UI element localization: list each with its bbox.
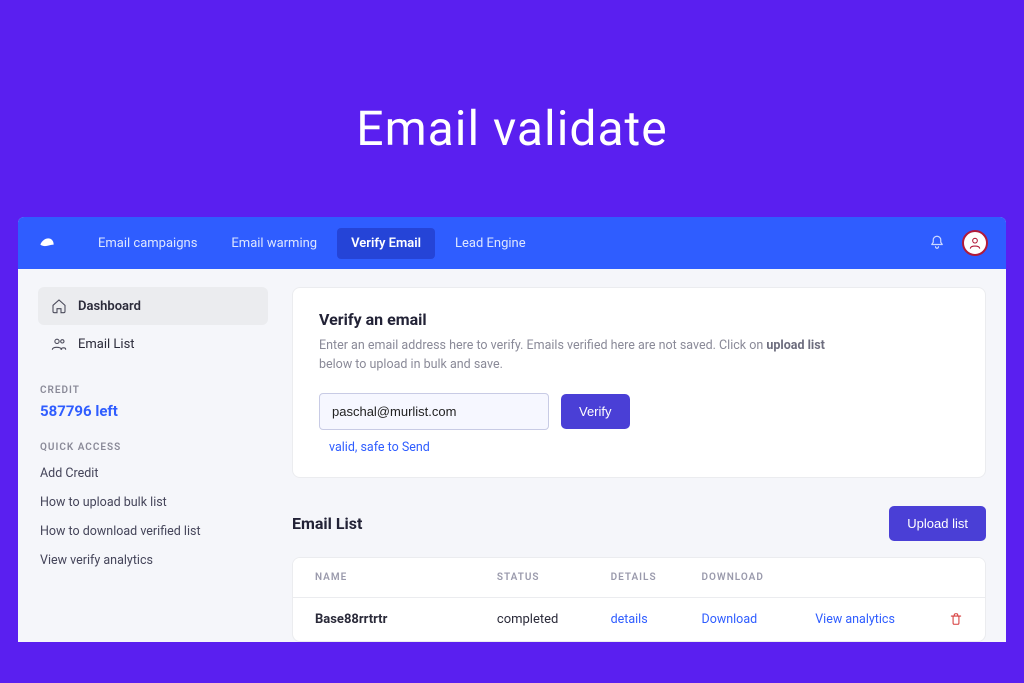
table-row: Base88rrtrtr completed details Download …	[293, 598, 985, 641]
home-icon	[50, 297, 68, 315]
main-content: Verify an email Enter an email address h…	[292, 287, 986, 642]
avatar[interactable]	[962, 230, 988, 256]
nav-tab-lead-engine[interactable]: Lead Engine	[441, 228, 540, 259]
sidebar-item-dashboard[interactable]: Dashboard	[38, 287, 268, 325]
verify-button[interactable]: Verify	[561, 394, 630, 429]
row-download-link[interactable]: Download	[702, 612, 816, 627]
verify-status-text: valid, safe to Send	[329, 440, 959, 455]
credit-value: 587796 left	[38, 402, 268, 420]
sidebar-item-email-list[interactable]: Email List	[38, 325, 268, 363]
users-icon	[50, 335, 68, 353]
logo-icon[interactable]	[36, 232, 58, 254]
verify-card-description: Enter an email address here to verify. E…	[319, 337, 859, 375]
nav-tab-email-warming[interactable]: Email warming	[217, 228, 331, 259]
credit-label: CREDIT	[38, 385, 268, 396]
nav-tab-email-campaigns[interactable]: Email campaigns	[84, 228, 211, 259]
upload-list-button[interactable]: Upload list	[889, 506, 986, 541]
email-list-title: Email List	[292, 514, 362, 533]
quick-access-label: QUICK ACCESS	[38, 442, 268, 453]
sidebar: Dashboard Email List CREDIT 587796 left …	[38, 287, 268, 642]
email-list-table: NAME STATUS DETAILS DOWNLOAD Base88rrtrt…	[292, 557, 986, 642]
row-details-link[interactable]: details	[611, 612, 702, 627]
app-window: Email campaigns Email warming Verify Ema…	[18, 217, 1006, 642]
row-analytics-link[interactable]: View analytics	[815, 612, 929, 627]
quick-link-download-verified[interactable]: How to download verified list	[38, 517, 268, 546]
col-status: STATUS	[497, 572, 611, 583]
topbar: Email campaigns Email warming Verify Ema…	[18, 217, 1006, 269]
table-header: NAME STATUS DETAILS DOWNLOAD	[293, 558, 985, 598]
col-details: DETAILS	[611, 572, 702, 583]
trash-icon[interactable]	[929, 612, 963, 626]
bell-icon[interactable]	[926, 232, 948, 254]
quick-link-view-analytics[interactable]: View verify analytics	[38, 546, 268, 575]
row-status: completed	[497, 612, 611, 627]
nav-tab-verify-email[interactable]: Verify Email	[337, 228, 435, 259]
verify-card: Verify an email Enter an email address h…	[292, 287, 986, 478]
col-download: DOWNLOAD	[702, 572, 816, 583]
email-input[interactable]	[319, 393, 549, 430]
nav-tabs: Email campaigns Email warming Verify Ema…	[84, 228, 926, 259]
verify-card-title: Verify an email	[319, 310, 959, 329]
row-name: Base88rrtrtr	[315, 612, 497, 627]
hero-title: Email validate	[0, 0, 1024, 217]
sidebar-item-label: Dashboard	[78, 299, 141, 314]
email-list-header: Email List Upload list	[292, 506, 986, 541]
quick-link-add-credit[interactable]: Add Credit	[38, 459, 268, 488]
col-name: NAME	[315, 572, 497, 583]
sidebar-item-label: Email List	[78, 337, 135, 352]
quick-link-upload-bulk[interactable]: How to upload bulk list	[38, 488, 268, 517]
